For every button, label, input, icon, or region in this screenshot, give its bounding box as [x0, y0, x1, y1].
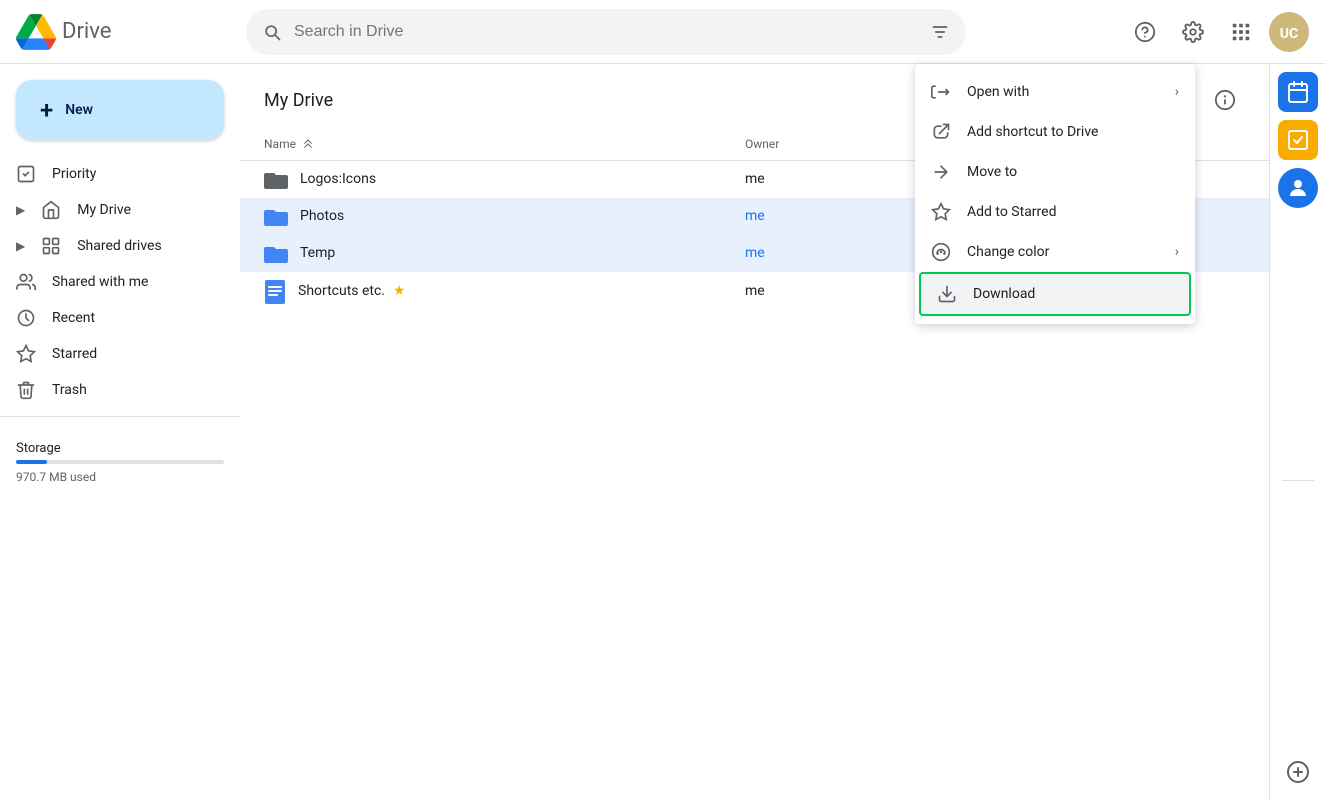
- menu-item-download-label: Download: [973, 286, 1035, 302]
- open-with-icon: [931, 82, 951, 102]
- star-menu-icon: [931, 202, 951, 222]
- palette-icon: [931, 242, 951, 262]
- doc-icon: [264, 278, 286, 304]
- sidebar-item-priority-label: Priority: [52, 166, 96, 182]
- folder-icon: [264, 204, 288, 228]
- move-icon: [931, 162, 951, 182]
- storage-section: Storage 970.7 MB used: [0, 425, 240, 500]
- download-icon: [937, 284, 957, 304]
- sidebar-item-starred-label: Starred: [52, 346, 97, 362]
- sidebar-item-shared-drives-label: Shared drives: [77, 238, 161, 254]
- menu-item-download[interactable]: Download: [919, 272, 1191, 316]
- storage-label: Storage: [16, 441, 224, 456]
- folder-icon: [264, 241, 288, 265]
- sidebar-item-starred[interactable]: Starred: [0, 336, 224, 372]
- search-input[interactable]: [294, 23, 918, 41]
- settings-button[interactable]: [1173, 12, 1213, 52]
- sort-icon: [300, 136, 316, 152]
- submenu-arrow: ›: [1175, 84, 1179, 100]
- topbar: Drive: [0, 0, 1325, 64]
- shortcut-icon: [931, 122, 951, 142]
- sidebar-item-my-drive[interactable]: ▶ My Drive: [0, 192, 224, 228]
- menu-item-change-color[interactable]: Change color ›: [915, 232, 1195, 272]
- sidebar: + New Priority ▶ My Drive ▶: [0, 64, 240, 800]
- folder-icon: [264, 167, 288, 191]
- shared-drives-icon: [41, 236, 61, 256]
- sidebar-item-shared-drives[interactable]: ▶ Shared drives: [0, 228, 224, 264]
- menu-item-open-with-label: Open with: [967, 84, 1029, 100]
- new-button[interactable]: + New: [16, 80, 224, 140]
- new-button-label: New: [65, 102, 93, 118]
- drive-logo-icon: [16, 12, 56, 52]
- menu-item-add-starred-label: Add to Starred: [967, 204, 1056, 220]
- file-name: Logos:Icons: [300, 171, 745, 187]
- page-title: My Drive: [264, 90, 333, 111]
- file-name: Photos: [300, 208, 745, 224]
- sidebar-item-recent-label: Recent: [52, 310, 95, 326]
- context-menu: Open with › Add shortcut to Drive Move t…: [915, 64, 1195, 324]
- starred-icon: [16, 344, 36, 364]
- menu-item-open-with[interactable]: Open with ›: [915, 72, 1195, 112]
- avatar[interactable]: UC: [1269, 12, 1309, 52]
- svg-text:UC: UC: [1280, 26, 1298, 42]
- menu-item-change-color-label: Change color: [967, 244, 1049, 260]
- sidebar-item-trash-label: Trash: [52, 382, 87, 398]
- menu-item-add-shortcut[interactable]: Add shortcut to Drive: [915, 112, 1195, 152]
- info-button[interactable]: [1205, 80, 1245, 120]
- tasks-icon[interactable]: [1278, 120, 1318, 160]
- submenu-arrow-color: ›: [1175, 244, 1179, 260]
- star-badge: ★: [393, 283, 406, 299]
- right-panel: [1269, 64, 1325, 800]
- menu-item-add-shortcut-label: Add shortcut to Drive: [967, 124, 1098, 140]
- expand-icon2: ▶: [16, 239, 25, 253]
- contacts-icon[interactable]: [1278, 168, 1318, 208]
- sidebar-divider: [0, 416, 240, 417]
- trash-icon: [16, 380, 36, 400]
- search-icon: [262, 22, 282, 42]
- sidebar-item-trash[interactable]: Trash: [0, 372, 224, 408]
- priority-icon: [16, 164, 36, 184]
- app-name: Drive: [62, 19, 111, 44]
- menu-item-move-to[interactable]: Move to: [915, 152, 1195, 192]
- column-name[interactable]: Name: [264, 136, 745, 152]
- topbar-right: UC: [1125, 12, 1309, 52]
- storage-bar-fill: [16, 460, 47, 464]
- sidebar-item-shared-with-me-label: Shared with me: [52, 274, 148, 290]
- file-name: Temp: [300, 245, 745, 261]
- sidebar-item-shared-with-me[interactable]: Shared with me: [0, 264, 224, 300]
- search-bar[interactable]: [246, 9, 966, 55]
- help-button[interactable]: [1125, 12, 1165, 52]
- menu-item-move-to-label: Move to: [967, 164, 1017, 180]
- apps-button[interactable]: [1221, 12, 1261, 52]
- logo-area: Drive: [16, 12, 246, 52]
- storage-used: 970.7 MB used: [16, 470, 224, 484]
- file-name: Shortcuts etc. ★: [298, 283, 745, 299]
- sidebar-item-my-drive-label: My Drive: [77, 202, 131, 218]
- expand-icon: ▶: [16, 203, 25, 217]
- shared-with-me-icon: [16, 272, 36, 292]
- filter-icon[interactable]: [930, 22, 950, 42]
- add-panel-button[interactable]: [1278, 752, 1318, 792]
- recent-icon: [16, 308, 36, 328]
- menu-item-add-starred[interactable]: Add to Starred: [915, 192, 1195, 232]
- sidebar-item-recent[interactable]: Recent: [0, 300, 224, 336]
- my-drive-icon: [41, 200, 61, 220]
- calendar-icon[interactable]: [1278, 72, 1318, 112]
- storage-bar-background: [16, 460, 224, 464]
- right-panel-divider: [1282, 480, 1314, 481]
- new-plus-icon: +: [40, 96, 53, 124]
- sidebar-item-priority[interactable]: Priority: [0, 156, 224, 192]
